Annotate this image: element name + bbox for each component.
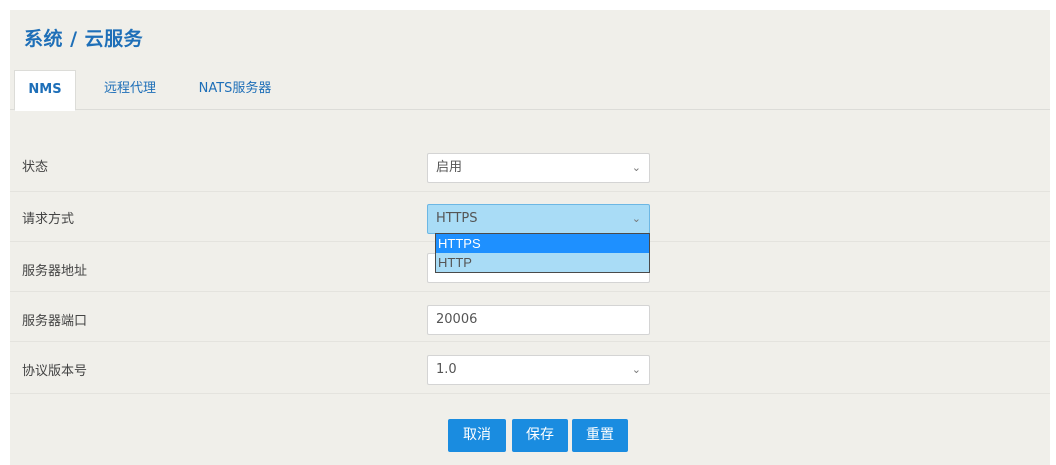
chevron-down-icon: ⌄ — [631, 363, 641, 376]
chevron-down-icon: ⌄ — [631, 161, 641, 174]
protocol-version-label: 协议版本号 — [22, 364, 88, 379]
protocol-version-value: 1.0 — [436, 362, 457, 377]
save-button[interactable]: 保存 — [512, 419, 568, 452]
tab-bar: NMS 远程代理 NATS服务器 — [10, 70, 1050, 111]
chevron-down-icon: ⌄ — [631, 212, 641, 225]
option-https[interactable]: HTTPS — [436, 234, 649, 253]
server-port-input[interactable]: 20006 — [427, 305, 650, 335]
protocol-version-select[interactable]: 1.0 ⌄ — [427, 355, 650, 385]
cancel-button[interactable]: 取消 — [448, 419, 506, 452]
option-http[interactable]: HTTP — [436, 253, 649, 272]
server-port-label: 服务器端口 — [22, 314, 88, 329]
tab-nms[interactable]: NMS — [14, 70, 76, 111]
request-method-select[interactable]: HTTPS ⌄ — [427, 204, 650, 234]
status-value: 启用 — [436, 160, 463, 175]
request-method-dropdown-list: HTTPS HTTP — [435, 233, 650, 273]
status-row: 状态 启用 ⌄ — [10, 142, 1050, 192]
page-title: 系统 / 云服务 — [24, 28, 144, 50]
server-address-label: 服务器地址 — [22, 264, 88, 279]
status-select[interactable]: 启用 ⌄ — [427, 153, 650, 183]
reset-button[interactable]: 重置 — [572, 419, 628, 452]
request-method-label: 请求方式 — [22, 212, 75, 227]
tab-remote-proxy[interactable]: 远程代理 — [94, 70, 166, 111]
cloud-service-panel: 系统 / 云服务 NMS 远程代理 NATS服务器 状态 启用 ⌄ 请求方式 H… — [10, 10, 1050, 465]
protocol-version-row: 协议版本号 1.0 ⌄ — [10, 342, 1050, 394]
request-method-value: HTTPS — [436, 211, 478, 226]
server-port-row: 服务器端口 20006 — [10, 292, 1050, 342]
tab-nats-server[interactable]: NATS服务器 — [180, 70, 290, 111]
status-label: 状态 — [22, 160, 49, 175]
